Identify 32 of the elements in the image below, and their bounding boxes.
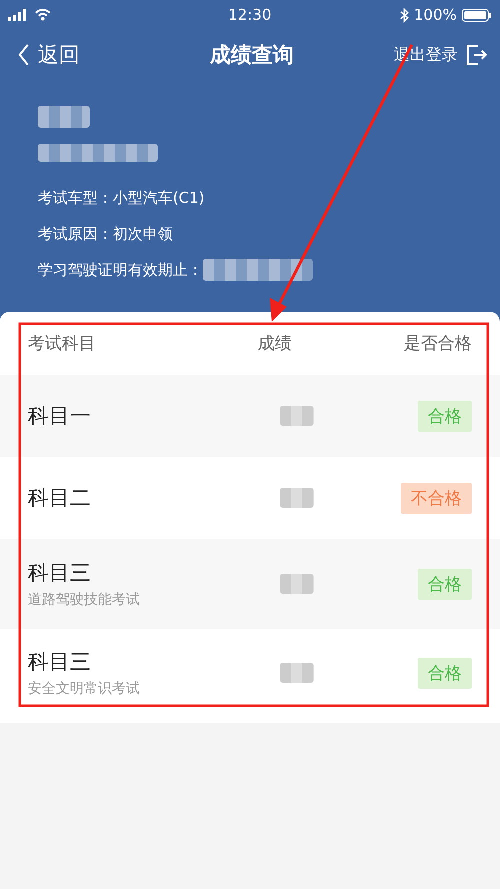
subject-name: 科目三 [28, 649, 92, 676]
info-label: 考试原因： [38, 224, 113, 244]
subject-note: 安全文明常识考试 [28, 680, 141, 698]
column-header: 考试科目 [28, 333, 97, 355]
redacted-score [280, 574, 314, 594]
page-title: 成绩查询 [210, 42, 294, 69]
result-badge: 不合格 [401, 482, 472, 514]
info-label: 学习驾驶证明有效期止： [38, 260, 203, 280]
subject-name: 科目二 [28, 485, 92, 512]
result-badge: 合格 [418, 568, 472, 600]
column-header: 是否合格 [403, 333, 472, 355]
redacted-score [280, 488, 314, 508]
back-button[interactable]: 返回 [18, 41, 80, 69]
column-header: 成绩 [257, 333, 293, 355]
result-badge: 合格 [418, 658, 472, 688]
info-value: 小型汽车(C1) [113, 188, 205, 208]
wifi-icon [35, 9, 51, 21]
redacted-name [38, 106, 90, 128]
logout-icon [466, 44, 488, 66]
subject-note: 道路驾驶技能考试 [28, 591, 141, 609]
status-time: 12:30 [228, 6, 272, 24]
redacted-score [280, 406, 314, 426]
bluetooth-icon [400, 8, 410, 22]
chevron-left-icon [18, 44, 30, 66]
subject-name: 科目三 [28, 560, 92, 587]
battery-icon [462, 8, 492, 22]
result-badge: 合格 [418, 400, 472, 432]
info-label: 考试车型： [38, 188, 113, 208]
redacted-score [280, 663, 314, 683]
battery-percent: 100% [414, 6, 457, 24]
info-value: 初次申领 [113, 224, 173, 244]
subject-name: 科目一 [28, 403, 92, 430]
